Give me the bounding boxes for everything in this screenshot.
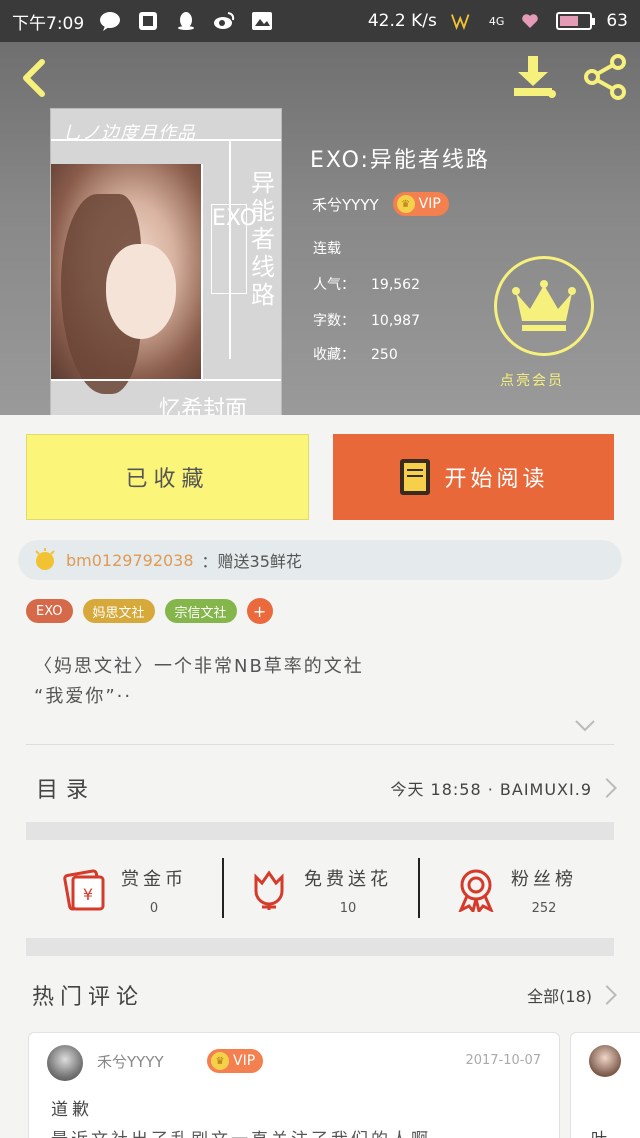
download-icon xyxy=(514,56,556,98)
cover-exo-text: EXO xyxy=(211,204,257,294)
fan-ranking-button[interactable]: 粉丝榜 252 xyxy=(418,840,614,940)
book-status: 连载 xyxy=(313,241,341,257)
favorited-button[interactable]: 已收藏 xyxy=(26,434,309,520)
reward-coins-button[interactable]: ¥ 赏金币 0 xyxy=(26,840,222,940)
applause-icon xyxy=(35,548,55,570)
gift-text: ：赠送35鲜花 xyxy=(201,552,302,571)
free-flowers-button[interactable]: 免费送花 10 xyxy=(222,840,418,940)
comment-card[interactable]: 叶 xyxy=(570,1032,640,1138)
crown-small-icon: ♛ xyxy=(396,195,415,213)
battery-icon xyxy=(556,12,596,30)
chevron-right-icon xyxy=(597,778,617,798)
expand-description-button[interactable] xyxy=(573,716,597,734)
gift-notification-bar[interactable]: bm0129792038 ：赠送35鲜花 xyxy=(18,540,622,580)
book-cover[interactable]: 乚ノ边度月作品 EXO 异能者线路 忆希封面 xyxy=(50,108,282,415)
tag-list: EXO 妈思文社 宗信文社 + xyxy=(26,598,273,624)
fan-ranking-label: 粉丝榜 xyxy=(511,868,577,890)
tag-chip[interactable]: EXO xyxy=(26,599,73,623)
book-icon xyxy=(400,459,431,495)
reward-coins-label: 赏金币 xyxy=(121,868,187,890)
status-bar: 下午7:09 42.2 K/s 4G 63 xyxy=(0,0,640,42)
download-button[interactable] xyxy=(508,54,558,100)
status-time: 下午7:09 xyxy=(12,13,85,34)
avatar[interactable] xyxy=(47,1045,83,1081)
cover-vertical-title: 异能者线路 xyxy=(251,169,275,309)
vip-badge: ♛ VIP xyxy=(392,192,449,216)
book-description: 〈妈思文社〉一个非常NB草率的文社 “我爱你”·· xyxy=(34,652,604,712)
medal-icon xyxy=(458,869,494,912)
cover-photo xyxy=(51,164,201,394)
flower-icon xyxy=(254,870,284,910)
app-notification-icon xyxy=(136,10,160,32)
toc-last-update: 今天 18:58 · BAIMUXI.9 xyxy=(390,780,592,799)
share-icon xyxy=(584,54,626,100)
add-tag-button[interactable]: + xyxy=(246,598,273,624)
popularity-row: 人气： 19,562 xyxy=(313,277,420,293)
free-flowers-label: 免费送花 xyxy=(304,868,392,890)
divider xyxy=(26,744,614,745)
all-comments-link[interactable]: 全部(18) xyxy=(527,983,592,1007)
network-speed: 42.2 K/s xyxy=(367,11,437,31)
section-separator xyxy=(26,822,614,840)
favorites-row: 收藏： 250 xyxy=(313,347,398,363)
toc-title: 目录 xyxy=(36,778,97,803)
hot-comments-header[interactable]: 热门评论 全部(18) xyxy=(26,968,617,1022)
member-crown-button[interactable] xyxy=(494,256,594,356)
chevron-right-icon xyxy=(597,985,617,1005)
comment-date: 2017-10-07 xyxy=(465,1053,541,1068)
cover-author-text: 乚ノ边度月作品 xyxy=(63,123,196,144)
comment-title: 道歉 xyxy=(51,1100,93,1120)
free-flowers-value: 10 xyxy=(339,900,357,916)
wifi-signal-icon xyxy=(450,10,475,32)
chat-bubble-icon xyxy=(98,10,122,32)
stats-row: ¥ 赏金币 0 免费送花 10 粉丝榜 252 xyxy=(26,840,614,940)
chevron-left-icon xyxy=(23,59,45,97)
image-notification-icon xyxy=(250,10,274,32)
word-count-row: 字数： 10,987 xyxy=(313,313,420,329)
chevron-down-icon xyxy=(575,720,595,732)
weibo-icon xyxy=(212,10,236,32)
book-title: EXO:异能者线路 xyxy=(310,148,490,173)
comment-body: 最近文社出了乱刷文一直关注了我们的人啊 xyxy=(51,1125,551,1138)
section-separator xyxy=(26,938,614,956)
book-header: 乚ノ边度月作品 EXO 异能者线路 忆希封面 EXO:异能者线路 禾兮YYYY … xyxy=(0,42,640,415)
svg-text:¥: ¥ xyxy=(83,885,93,904)
battery-level: 63 xyxy=(606,11,628,31)
crown-small-icon: ♛ xyxy=(211,1052,229,1070)
back-button[interactable] xyxy=(14,56,54,100)
comment-card[interactable]: 禾兮YYYY ♛ VIP 2017-10-07 道歉 最近文社出了乱刷文一直关注… xyxy=(28,1032,560,1138)
author-row[interactable]: 禾兮YYYY ♛ VIP xyxy=(312,192,449,216)
comment-title: 叶 xyxy=(591,1125,607,1138)
network-type: 4G xyxy=(488,14,505,28)
qq-icon xyxy=(174,10,198,32)
author-name[interactable]: 禾兮YYYY xyxy=(312,194,379,215)
hot-comments-title: 热门评论 xyxy=(32,985,145,1010)
gift-user: bm0129792038 xyxy=(66,550,194,570)
reward-coins-value: 0 xyxy=(149,900,159,916)
description-line-2: “我爱你”·· xyxy=(34,686,133,707)
start-reading-label: 开始阅读 xyxy=(444,467,549,492)
tag-chip[interactable]: 妈思文社 xyxy=(82,599,155,623)
start-reading-button[interactable]: 开始阅读 xyxy=(333,434,614,520)
cover-bottom-text: 忆希封面 xyxy=(159,397,248,415)
table-of-contents-row[interactable]: 目录 今天 18:58 · BAIMUXI.9 xyxy=(26,760,617,816)
member-crown-label[interactable]: 点亮会员 xyxy=(500,370,564,390)
fan-ranking-value: 252 xyxy=(531,900,557,916)
comment-user[interactable]: 禾兮YYYY xyxy=(97,1051,164,1072)
vip-badge: ♛ VIP xyxy=(207,1049,264,1073)
avatar[interactable] xyxy=(589,1045,621,1077)
description-line-1: 〈妈思文社〉一个非常NB草率的文社 xyxy=(34,656,364,677)
red-envelope-icon: ¥ xyxy=(63,869,105,911)
crown-icon xyxy=(512,280,576,331)
tag-chip[interactable]: 宗信文社 xyxy=(164,599,237,623)
share-button[interactable] xyxy=(580,54,630,100)
heart-icon xyxy=(518,10,542,32)
